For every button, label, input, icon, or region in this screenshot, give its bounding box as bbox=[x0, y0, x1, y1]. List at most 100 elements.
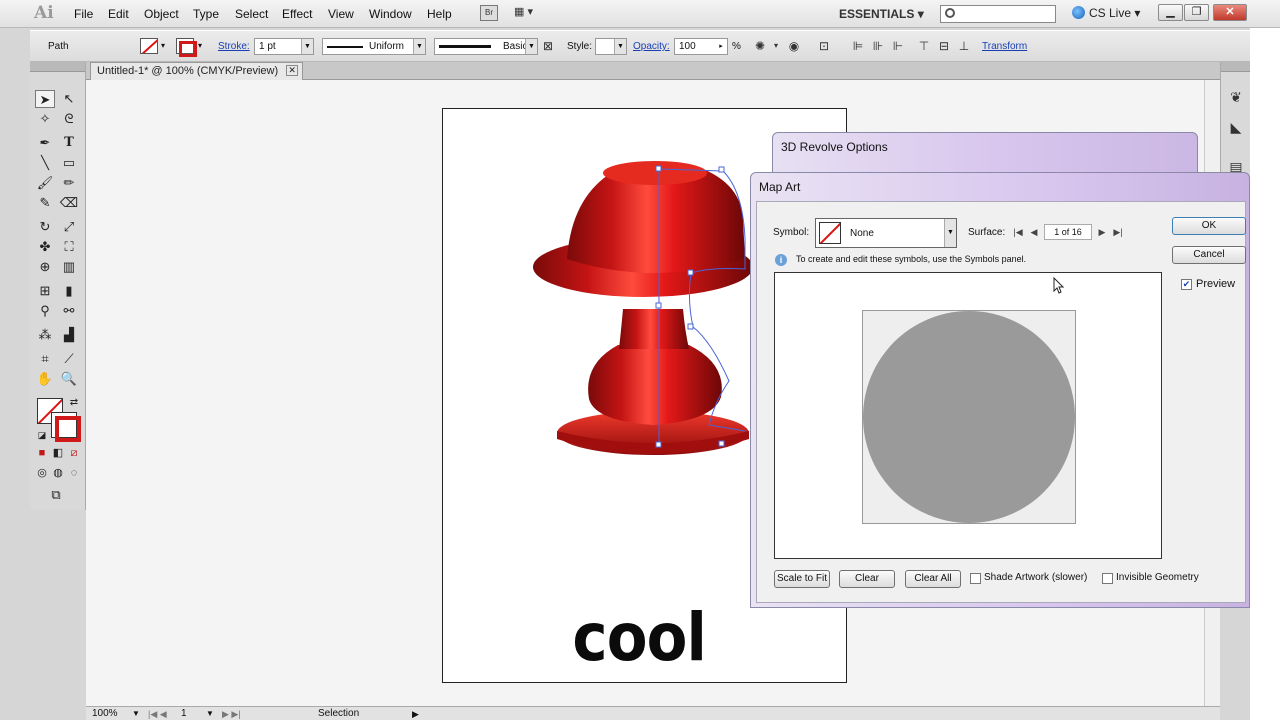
first-surface-icon[interactable]: |◀ bbox=[1012, 226, 1024, 238]
bridge-button[interactable]: Br bbox=[480, 5, 498, 21]
stroke-weight-field[interactable]: 1 pt ▼ bbox=[254, 38, 314, 55]
stroke-color-box[interactable] bbox=[51, 412, 81, 442]
eraser-tool-icon[interactable]: ⌫ bbox=[59, 194, 79, 212]
direct-selection-tool-icon[interactable]: ↖ bbox=[59, 90, 79, 108]
type-tool-icon[interactable]: T bbox=[59, 134, 79, 152]
workspace-switcher[interactable]: ESSENTIALS ▾ bbox=[839, 7, 924, 21]
align-top-icon[interactable]: ⊤ bbox=[916, 39, 932, 53]
brush-options-icon[interactable]: ⊠ bbox=[540, 39, 556, 53]
eyedropper-tool-icon[interactable]: ⚲ bbox=[35, 302, 55, 320]
recolor-dropdown-icon[interactable]: ▾ bbox=[768, 39, 784, 53]
clear-button[interactable]: Clear bbox=[839, 570, 895, 588]
column-graph-tool-icon[interactable]: ▟ bbox=[59, 326, 79, 344]
selection-tool-icon[interactable]: ➤ bbox=[35, 90, 55, 108]
slice-tool-icon[interactable]: ⟋ bbox=[59, 350, 79, 368]
zoom-tool-icon[interactable]: 🔍 bbox=[59, 370, 79, 388]
transform-panel-link[interactable]: Transform bbox=[982, 41, 1027, 52]
menu-object[interactable]: Object bbox=[144, 7, 179, 21]
panel-grip[interactable] bbox=[30, 62, 85, 72]
align-center-icon[interactable]: ⊪ bbox=[870, 39, 886, 53]
minimize-button[interactable]: ▁ bbox=[1158, 4, 1183, 21]
perspective-grid-tool-icon[interactable]: ▥ bbox=[59, 258, 79, 276]
blend-tool-icon[interactable]: ⚯ bbox=[59, 302, 79, 320]
close-button[interactable]: ✕ bbox=[1213, 4, 1247, 21]
previous-surface-icon[interactable]: ◀ bbox=[1028, 226, 1040, 238]
cs-live-menu[interactable]: CS Live ▾ bbox=[1072, 6, 1140, 20]
artboard-number[interactable]: 1 bbox=[181, 708, 187, 720]
screen-mode-icon[interactable]: ⧉ bbox=[46, 486, 66, 504]
search-input[interactable] bbox=[940, 5, 1056, 23]
stroke-panel-link[interactable]: Stroke: bbox=[218, 41, 250, 52]
zoom-level[interactable]: 100% bbox=[92, 708, 118, 720]
document-tab[interactable]: Untitled-1* @ 100% (CMYK/Preview) ✕ bbox=[90, 62, 304, 80]
stroke-swatch[interactable] bbox=[176, 38, 197, 57]
align-right-icon[interactable]: ⊩ bbox=[890, 39, 906, 53]
zoom-dropdown-icon[interactable]: ▼ bbox=[132, 708, 140, 720]
cool-text-art[interactable]: cool bbox=[572, 599, 706, 676]
next-artboard-icon[interactable]: ▶ ▶| bbox=[222, 708, 241, 720]
surface-map[interactable] bbox=[862, 310, 1076, 524]
paintbrush-tool-icon[interactable]: 🖌 bbox=[35, 174, 55, 192]
align-to-icon[interactable]: ⊡ bbox=[816, 39, 832, 53]
variable-width-profile-dropdown[interactable]: Uniform ▼ bbox=[322, 38, 426, 55]
free-transform-tool-icon[interactable]: ⛶ bbox=[59, 238, 79, 256]
status-menu-icon[interactable]: ▶ bbox=[412, 708, 419, 720]
lasso-tool-icon[interactable]: ᘓ bbox=[59, 110, 79, 128]
ok-button[interactable]: OK bbox=[1172, 217, 1246, 235]
restore-button[interactable]: ❐ bbox=[1184, 4, 1209, 21]
swap-fill-stroke-icon[interactable]: ⇄ bbox=[64, 394, 84, 412]
menu-effect[interactable]: Effect bbox=[282, 7, 312, 21]
menu-file[interactable]: File bbox=[74, 7, 93, 21]
menu-select[interactable]: Select bbox=[235, 7, 268, 21]
hand-tool-icon[interactable]: ✋ bbox=[35, 370, 55, 388]
close-icon[interactable]: ✕ bbox=[286, 65, 299, 76]
scale-to-fit-button[interactable]: Scale to Fit bbox=[774, 570, 830, 588]
first-artboard-icon[interactable]: |◀ ◀ bbox=[148, 708, 167, 720]
artboard-dropdown-icon[interactable]: ▼ bbox=[206, 708, 214, 720]
scale-tool-icon[interactable]: ⤢ bbox=[59, 218, 79, 236]
last-surface-icon[interactable]: ▶| bbox=[1112, 226, 1124, 238]
default-fill-stroke-icon[interactable]: ◪ bbox=[32, 426, 52, 444]
rotate-tool-icon[interactable]: ↻ bbox=[35, 218, 55, 236]
shape-builder-tool-icon[interactable]: ⊕ bbox=[35, 258, 55, 276]
blob-brush-tool-icon[interactable]: ✎ bbox=[35, 194, 55, 212]
shade-artwork-checkbox[interactable] bbox=[970, 573, 981, 584]
gradient-tool-icon[interactable]: ▮ bbox=[59, 282, 79, 300]
rectangle-tool-icon[interactable]: ▭ bbox=[59, 154, 79, 172]
next-surface-icon[interactable]: ▶ bbox=[1096, 226, 1108, 238]
draw-inside-icon[interactable]: ◌ bbox=[64, 464, 84, 482]
symbol-dropdown[interactable]: None ▼ bbox=[815, 218, 957, 248]
recolor-artwork-icon[interactable]: ✺ bbox=[752, 39, 768, 53]
symbol-sprayer-tool-icon[interactable]: ⁂ bbox=[35, 326, 55, 344]
panel-grip[interactable] bbox=[1221, 62, 1250, 72]
graphic-style-dropdown[interactable]: ▼ bbox=[595, 38, 627, 55]
align-middle-icon[interactable]: ⊟ bbox=[936, 39, 952, 53]
brush-definition-dropdown[interactable]: Basic ▼ bbox=[434, 38, 538, 55]
magic-wand-tool-icon[interactable]: ✧ bbox=[35, 110, 55, 128]
document-setup-icon[interactable]: ◉ bbox=[786, 39, 802, 53]
preview-checkbox[interactable]: ✔ bbox=[1181, 279, 1192, 290]
menu-help[interactable]: Help bbox=[427, 7, 452, 21]
warp-tool-icon[interactable]: ✤ bbox=[35, 238, 55, 256]
mesh-tool-icon[interactable]: ⊞ bbox=[35, 282, 55, 300]
pencil-tool-icon[interactable]: ✏ bbox=[59, 174, 79, 192]
align-left-icon[interactable]: ⊫ bbox=[850, 39, 866, 53]
surface-field[interactable]: 1 of 16 bbox=[1044, 224, 1092, 240]
artboard-tool-icon[interactable]: ⌗ bbox=[35, 350, 55, 368]
invisible-geometry-checkbox[interactable] bbox=[1102, 573, 1113, 584]
fill-dropdown-icon[interactable]: ▾ bbox=[161, 41, 165, 50]
stroke-dropdown-icon[interactable]: ▾ bbox=[198, 41, 202, 50]
none-mode-icon[interactable]: ⧄ bbox=[64, 444, 84, 462]
surface-preview-area[interactable] bbox=[774, 272, 1162, 559]
line-tool-icon[interactable]: ╲ bbox=[35, 154, 55, 172]
graphic-styles-panel-icon[interactable]: ◣ bbox=[1227, 118, 1245, 136]
menu-type[interactable]: Type bbox=[193, 7, 219, 21]
cancel-button[interactable]: Cancel bbox=[1172, 246, 1246, 264]
symbols-panel-icon[interactable]: ❦ bbox=[1227, 88, 1245, 106]
menu-view[interactable]: View bbox=[328, 7, 354, 21]
menu-edit[interactable]: Edit bbox=[108, 7, 129, 21]
align-bottom-icon[interactable]: ⊥ bbox=[956, 39, 972, 53]
fill-swatch[interactable] bbox=[140, 38, 158, 54]
clear-all-button[interactable]: Clear All bbox=[905, 570, 961, 588]
pen-tool-icon[interactable]: ✒ bbox=[35, 134, 55, 152]
